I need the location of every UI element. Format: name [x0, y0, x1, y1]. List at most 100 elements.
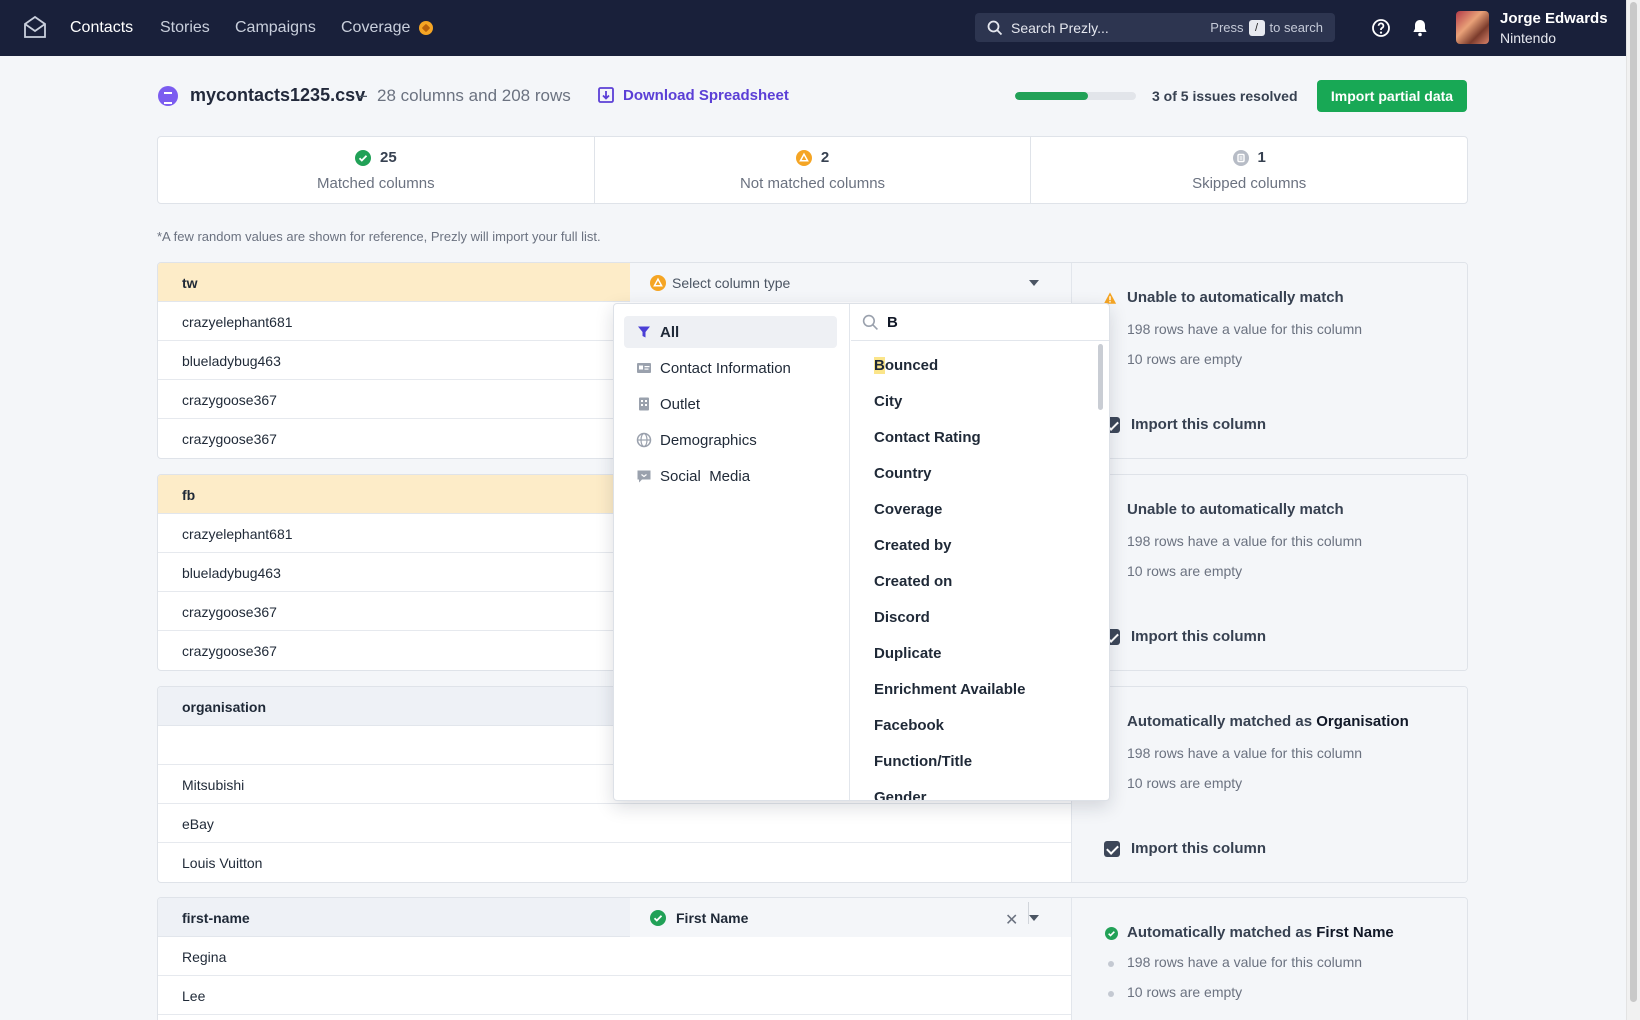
- category-label: Social Media: [660, 467, 751, 485]
- id-card-icon: [637, 363, 651, 373]
- issues-progress-fill: [1015, 92, 1088, 100]
- stat-skipped-count: 1: [1257, 149, 1266, 166]
- category-demographics[interactable]: Demographics: [624, 424, 837, 456]
- selected-column-type: First Name: [676, 910, 749, 926]
- category-contact-information[interactable]: Contact Information: [624, 352, 837, 384]
- status-title: Automatically matched as First Name: [1127, 924, 1394, 941]
- select-separator: [1028, 902, 1029, 924]
- reference-note: *A few random values are shown for refer…: [157, 229, 601, 244]
- globe-icon: [636, 432, 652, 448]
- option-label-rest: ounced: [884, 357, 939, 374]
- category-label: Demographics: [660, 431, 757, 449]
- search-hint: Press / to search: [1210, 19, 1323, 36]
- status-title-prefix: Automatically matched as: [1127, 713, 1313, 730]
- header-arrow: [616, 898, 630, 936]
- category-label: All: [660, 323, 680, 341]
- rows-empty-text: 10 rows are empty: [1127, 351, 1243, 367]
- bell-icon[interactable]: [1409, 17, 1431, 39]
- column-name: first-name: [182, 910, 250, 926]
- table-row: Regina: [158, 937, 1071, 976]
- column-card-first-name: first-name First Name Regina Lee Automat…: [157, 897, 1468, 1020]
- download-spreadsheet-link[interactable]: Download Spreadsheet: [597, 86, 789, 104]
- stat-not-matched-count: 2: [820, 149, 830, 166]
- stat-matched[interactable]: 25 Matched columns: [158, 137, 595, 203]
- column-type-dropdown: All Contact Information Outlet Demograph…: [613, 303, 1110, 801]
- option-duplicate[interactable]: Duplicate: [874, 645, 942, 662]
- chevron-down-icon[interactable]: [1029, 915, 1039, 921]
- search-shortcut-key: /: [1248, 19, 1265, 36]
- status-title-prefix: Automatically matched as: [1127, 924, 1313, 941]
- import-partial-data-button[interactable]: Import partial data: [1317, 80, 1467, 112]
- import-column-label[interactable]: Import this column: [1131, 628, 1266, 645]
- column-type-search-input[interactable]: B: [851, 304, 1109, 341]
- rows-empty-text: 10 rows are empty: [1127, 984, 1243, 1000]
- category-social-media[interactable]: Social Media: [624, 460, 837, 492]
- file-list-icon: [158, 86, 178, 106]
- category-list: All Contact Information Outlet Demograph…: [614, 304, 850, 800]
- column-header: tw Select column type: [158, 263, 1071, 302]
- stat-skipped-label: Skipped columns: [1192, 175, 1307, 192]
- option-contact-rating[interactable]: Contact Rating: [874, 429, 981, 446]
- warning-circle-icon: [795, 149, 812, 166]
- column-name: organisation: [182, 699, 267, 715]
- prezly-logo-icon[interactable]: [22, 14, 48, 40]
- import-column-checkbox[interactable]: [1104, 841, 1120, 857]
- page-scrollbar[interactable]: [1626, 0, 1640, 1020]
- column-status-panel: Automatically matched as First Name 198 …: [1071, 898, 1467, 1020]
- matched-type: First Name: [1316, 924, 1394, 941]
- option-function-title[interactable]: Function/Title: [874, 753, 972, 770]
- clear-selection-icon[interactable]: ✕: [1005, 910, 1018, 930]
- status-title: Automatically matched as Organisation: [1127, 713, 1409, 730]
- nav-contacts[interactable]: Contacts: [70, 0, 133, 56]
- stat-skipped[interactable]: 1 Skipped columns: [1031, 137, 1467, 203]
- nav-coverage[interactable]: Coverage: [341, 0, 434, 56]
- option-created-by[interactable]: Created by: [874, 537, 952, 554]
- status-title: Unable to automatically match: [1127, 501, 1344, 518]
- column-type-select[interactable]: Select column type: [630, 263, 1071, 302]
- table-row: eBay: [158, 804, 1071, 843]
- option-gender[interactable]: Gender: [874, 789, 927, 800]
- import-column-label[interactable]: Import this column: [1131, 416, 1266, 433]
- help-icon[interactable]: [1370, 17, 1392, 39]
- option-country[interactable]: Country: [874, 465, 932, 482]
- nav-campaigns[interactable]: Campaigns: [235, 0, 316, 56]
- filter-icon: [638, 326, 650, 338]
- avatar[interactable]: [1456, 11, 1489, 44]
- check-circle-icon: [354, 149, 371, 166]
- import-column-label[interactable]: Import this column: [1131, 840, 1266, 857]
- column-type-placeholder: Select column type: [672, 275, 791, 291]
- stat-not-matched-label: Not matched columns: [739, 175, 886, 192]
- column-status-panel: Unable to automatically match 198 rows h…: [1071, 263, 1467, 458]
- column-status-panel: Unable to automatically match 198 rows h…: [1071, 475, 1467, 670]
- option-city[interactable]: City: [874, 393, 902, 410]
- category-all[interactable]: All: [624, 316, 837, 348]
- option-facebook[interactable]: Facebook: [874, 717, 944, 734]
- column-name: tw: [182, 275, 198, 291]
- option-bounced[interactable]: Bounced: [874, 357, 938, 374]
- option-enrichment-available[interactable]: Enrichment Available: [874, 681, 1025, 698]
- header-arrow: [616, 263, 630, 301]
- rows-with-value-text: 198 rows have a value for this column: [1127, 533, 1363, 549]
- coverage-badge-icon: [419, 21, 434, 35]
- table-row: Louis Vuitton: [182, 855, 263, 871]
- option-coverage[interactable]: Coverage: [874, 501, 942, 518]
- option-discord[interactable]: Discord: [874, 609, 930, 626]
- category-outlet[interactable]: Outlet: [624, 388, 837, 420]
- user-name[interactable]: Jorge Edwards: [1500, 10, 1608, 27]
- table-row: Lee: [158, 976, 1071, 1015]
- nav-stories[interactable]: Stories: [160, 0, 210, 56]
- rows-empty-text: 10 rows are empty: [1127, 775, 1243, 791]
- stat-matched-label: Matched columns: [317, 175, 435, 192]
- page-scrollbar-thumb[interactable]: [1630, 2, 1637, 1002]
- stat-not-matched[interactable]: 2 Not matched columns: [595, 137, 1032, 203]
- search-hint-pre: Press: [1210, 20, 1244, 35]
- global-search-input[interactable]: Search Prezly... Press / to search: [975, 13, 1335, 42]
- rows-empty-text: 10 rows are empty: [1127, 563, 1243, 579]
- status-title: Unable to automatically match: [1127, 289, 1344, 306]
- rows-with-value-text: 198 rows have a value for this column: [1127, 954, 1363, 970]
- category-label: Outlet: [660, 395, 701, 413]
- skipped-circle-icon: [1232, 149, 1249, 166]
- search-icon: [987, 20, 1003, 36]
- dropdown-scrollbar[interactable]: [1098, 344, 1103, 410]
- option-created-on[interactable]: Created on: [874, 573, 952, 590]
